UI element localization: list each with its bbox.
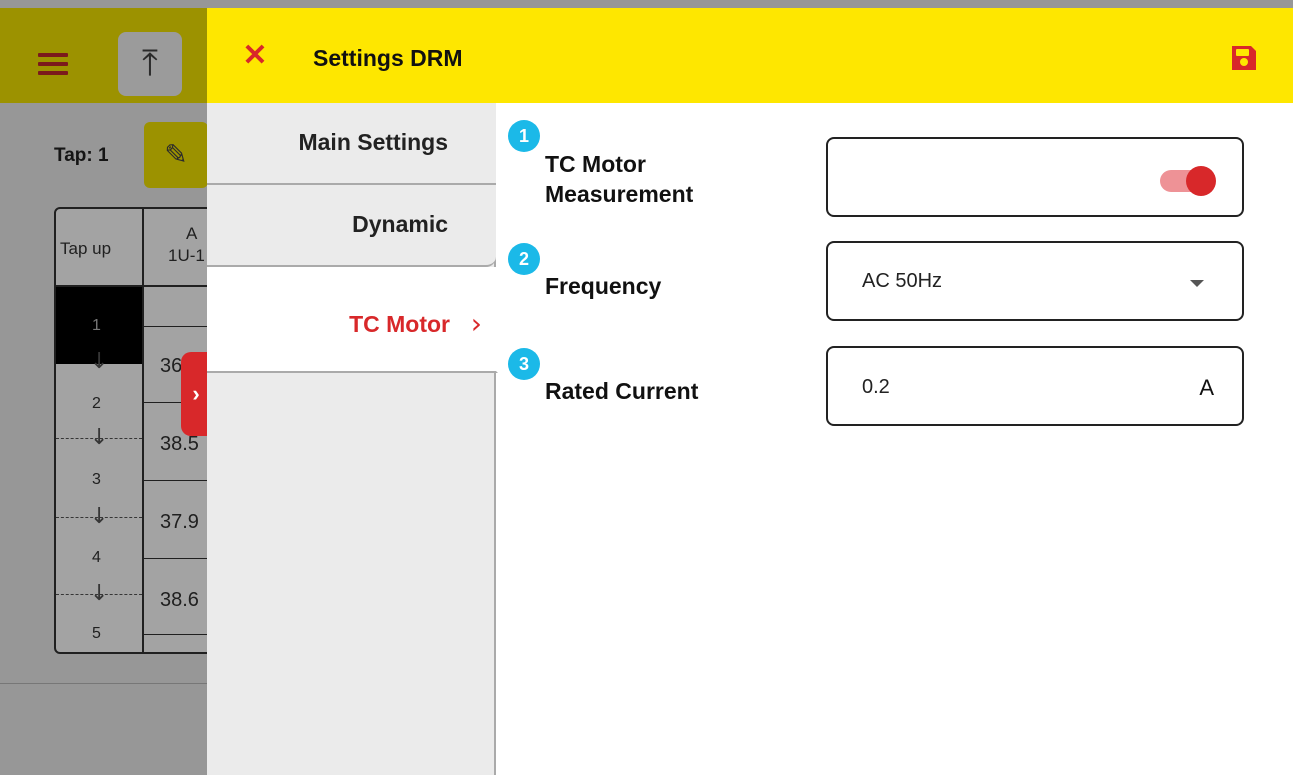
frequency-label: Frequency (545, 273, 662, 299)
step-badge: 3 (508, 348, 540, 380)
rated-current-label: Rated Current (545, 378, 699, 404)
save-icon[interactable] (1229, 43, 1259, 73)
frequency-select[interactable]: AC 50Hz (826, 241, 1244, 321)
rated-current-unit: A (1199, 375, 1214, 400)
rated-current-input[interactable]: 0.2 A (826, 346, 1244, 426)
step-badge: 2 (508, 243, 540, 275)
frequency-value: AC 50Hz (862, 270, 943, 292)
caret-down-icon (1190, 280, 1204, 287)
nav-item-label: Dynamic (352, 211, 448, 237)
nav-item-tc-motor[interactable]: TC Motor › (207, 267, 498, 373)
settings-drm-dialog: ✕ Settings DRM Main Settings Dynamic TC … (207, 8, 1293, 775)
step-badge: 1 (508, 120, 540, 152)
nav-item-dynamic[interactable]: Dynamic (207, 185, 496, 267)
tc-motor-measurement-label: TC Motor Measurement (545, 151, 694, 207)
dialog-header: ✕ Settings DRM (207, 8, 1293, 103)
settings-nav: Main Settings Dynamic TC Motor › (207, 103, 498, 775)
close-icon[interactable]: ✕ (241, 41, 269, 71)
nav-item-label: Main Settings (298, 129, 448, 155)
tc-motor-measurement-toggle[interactable] (1156, 165, 1216, 196)
nav-item-main-settings[interactable]: Main Settings (207, 103, 496, 185)
chevron-right-icon: › (470, 307, 482, 340)
rated-current-value: 0.2 (862, 376, 890, 398)
dialog-title: Settings DRM (313, 45, 463, 71)
nav-item-label: TC Motor (349, 311, 450, 337)
tc-motor-settings: 1 TC Motor Measurement 2 Frequency AC 50… (498, 103, 1293, 775)
tc-motor-measurement-field (826, 137, 1244, 217)
